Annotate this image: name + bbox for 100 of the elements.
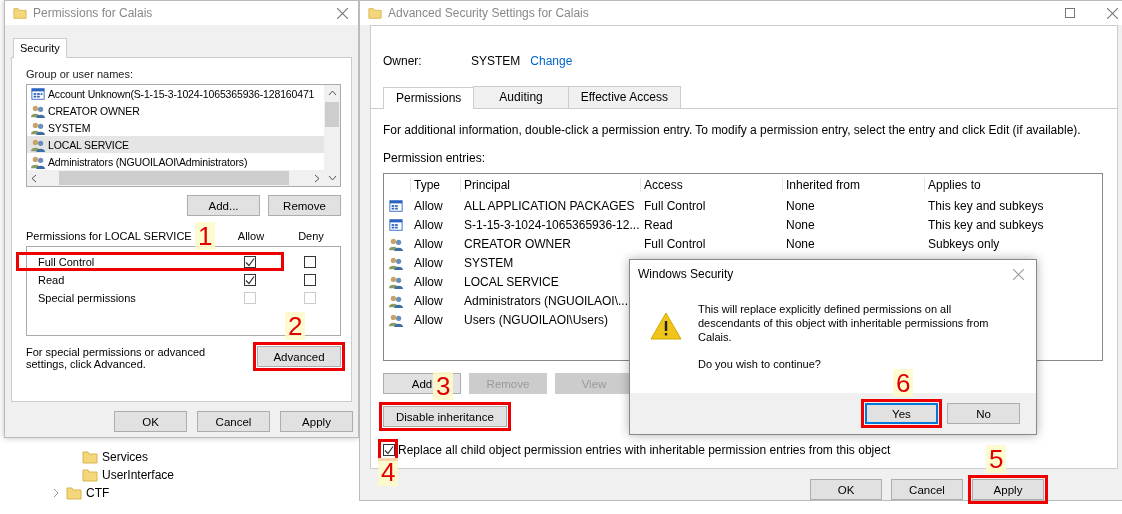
checkbox[interactable] (244, 256, 256, 268)
table-cell-text: Allow (414, 293, 444, 308)
owner-label: Owner: (383, 54, 423, 68)
users-icon (30, 137, 46, 152)
step-number: 3 (433, 372, 454, 400)
list-label: Group or user names: (26, 68, 134, 80)
table-cell-text: Allow (414, 312, 444, 327)
column-header[interactable]: Inherited from (782, 178, 928, 192)
close-icon[interactable] (1107, 7, 1118, 19)
table-cell-text: None (786, 236, 816, 251)
warning-icon (650, 312, 682, 340)
users-icon (388, 274, 404, 289)
column-header[interactable]: Access (640, 178, 786, 192)
tree-item[interactable]: Services (102, 450, 148, 464)
advanced-button[interactable]: Advanced (257, 346, 341, 367)
list-item[interactable]: Account Unknown(S-1-15-3-1024-1065365936-128160471 (27, 85, 324, 102)
table-cell-text: Subkeys only (928, 236, 1001, 251)
table-cell-text: Allow (414, 255, 444, 270)
dialog-button[interactable]: Yes (865, 403, 938, 424)
list-item[interactable]: Administrators (NGUOILAOI\Administrators) (27, 153, 324, 170)
maximize-icon[interactable] (1065, 8, 1075, 18)
dialog-button[interactable]: OK (114, 411, 187, 432)
dialog-button[interactable]: Cancel (891, 479, 963, 500)
vertical-scrollbar[interactable] (324, 85, 340, 186)
checkbox[interactable] (304, 274, 316, 286)
checkbox[interactable] (304, 256, 316, 268)
folder-icon (66, 485, 82, 501)
horizontal-scrollbar[interactable] (27, 170, 324, 186)
folder-icon (82, 467, 98, 483)
scroll-down-icon[interactable] (327, 175, 337, 181)
window-title: Permissions for Calais (33, 6, 154, 20)
change-link[interactable]: Change (530, 54, 573, 68)
list-item[interactable]: LOCAL SERVICE (27, 136, 324, 153)
table-cell-text: Allow (414, 274, 444, 289)
step-number: 1 (195, 222, 216, 250)
close-icon[interactable] (1013, 268, 1024, 280)
folder-icon (368, 6, 382, 20)
list-item[interactable]: CREATOR OWNER (27, 102, 324, 119)
hint-text: For special permissions or advanced settings, click Advanced. (26, 346, 207, 370)
users-icon (388, 236, 404, 251)
tree-item[interactable]: UserInterface (102, 468, 175, 482)
folder-icon (13, 6, 27, 20)
disable-inheritance-button[interactable]: Disable inheritance (383, 406, 507, 427)
tab[interactable]: Effective Access (567, 86, 681, 108)
table-cell-text: None (786, 217, 816, 232)
table-cell-text: ALL APPLICATION PACKAGES (464, 198, 636, 213)
info-text: For additional information, double-click a permission entry. To modify a permission entry, select the entry and click Edit (if available). (383, 123, 1082, 137)
table-cell-text: This key and subkeys (928, 198, 1045, 213)
step-number: 6 (893, 369, 914, 397)
dialog-button[interactable]: Cancel (197, 411, 270, 432)
scroll-thumb[interactable] (58, 171, 289, 185)
checkbox-label: Replace all child object permission entries with inheritable permission entries from this object (398, 443, 891, 457)
close-icon[interactable] (337, 7, 348, 19)
permission-name: Read (37, 274, 66, 286)
users-icon (388, 312, 404, 327)
step-number: 5 (986, 445, 1007, 473)
table-cell-text: Read (644, 217, 674, 232)
tree-item[interactable]: CTF (86, 486, 110, 500)
dialog-title: Windows Security (638, 267, 735, 281)
column-header: Allow (236, 230, 266, 242)
app-icon (30, 86, 46, 101)
column-header[interactable]: Type (410, 178, 464, 192)
step-number: 4 (378, 458, 399, 486)
scroll-up-icon[interactable] (327, 90, 337, 96)
dialog-button[interactable]: OK (810, 479, 882, 500)
tab[interactable]: Security (13, 38, 67, 58)
scroll-right-icon[interactable] (314, 173, 320, 183)
dialog-button[interactable]: No (947, 403, 1020, 424)
table-cell-text: Full Control (644, 198, 707, 213)
dialog-button[interactable]: Add... (187, 195, 260, 216)
users-icon (388, 293, 404, 308)
scroll-thumb[interactable] (325, 102, 339, 127)
column-header[interactable]: Applies to (924, 178, 1102, 192)
permission-name: Special permissions (37, 292, 137, 304)
dialog-question: Do you wish to continue? (698, 358, 822, 370)
table-cell-text: CREATOR OWNER (464, 236, 572, 251)
tab[interactable]: Permissions (383, 87, 475, 109)
app-icon (388, 198, 404, 213)
checkbox[interactable] (383, 444, 395, 456)
dialog-button[interactable]: Remove (268, 195, 341, 216)
table-cell-text: Allow (414, 236, 444, 251)
window-title: Advanced Security Settings for Calais (388, 6, 590, 20)
users-icon (30, 120, 46, 135)
table-cell-text: Users (NGUOILAOI\Users) (464, 312, 609, 327)
table-cell-text: Full Control (644, 236, 707, 251)
folder-icon (82, 449, 98, 465)
users-icon (30, 154, 46, 169)
dialog-button[interactable]: Apply (972, 479, 1044, 500)
dialog-button[interactable]: Apply (280, 411, 353, 432)
column-header: Deny (297, 230, 325, 242)
users-icon (388, 255, 404, 270)
permissions-label: Permissions for LOCAL SERVICE (26, 230, 192, 242)
tab[interactable]: Auditing (473, 86, 569, 108)
scroll-left-icon[interactable] (31, 173, 37, 183)
list-item[interactable]: SYSTEM (27, 119, 324, 136)
column-header[interactable]: Principal (460, 178, 644, 192)
table-cell-text: Administrators (NGUOILAOI\... (464, 293, 630, 308)
table-cell-text: Allow (414, 198, 444, 213)
app-icon (388, 217, 404, 232)
checkbox[interactable] (244, 274, 256, 286)
